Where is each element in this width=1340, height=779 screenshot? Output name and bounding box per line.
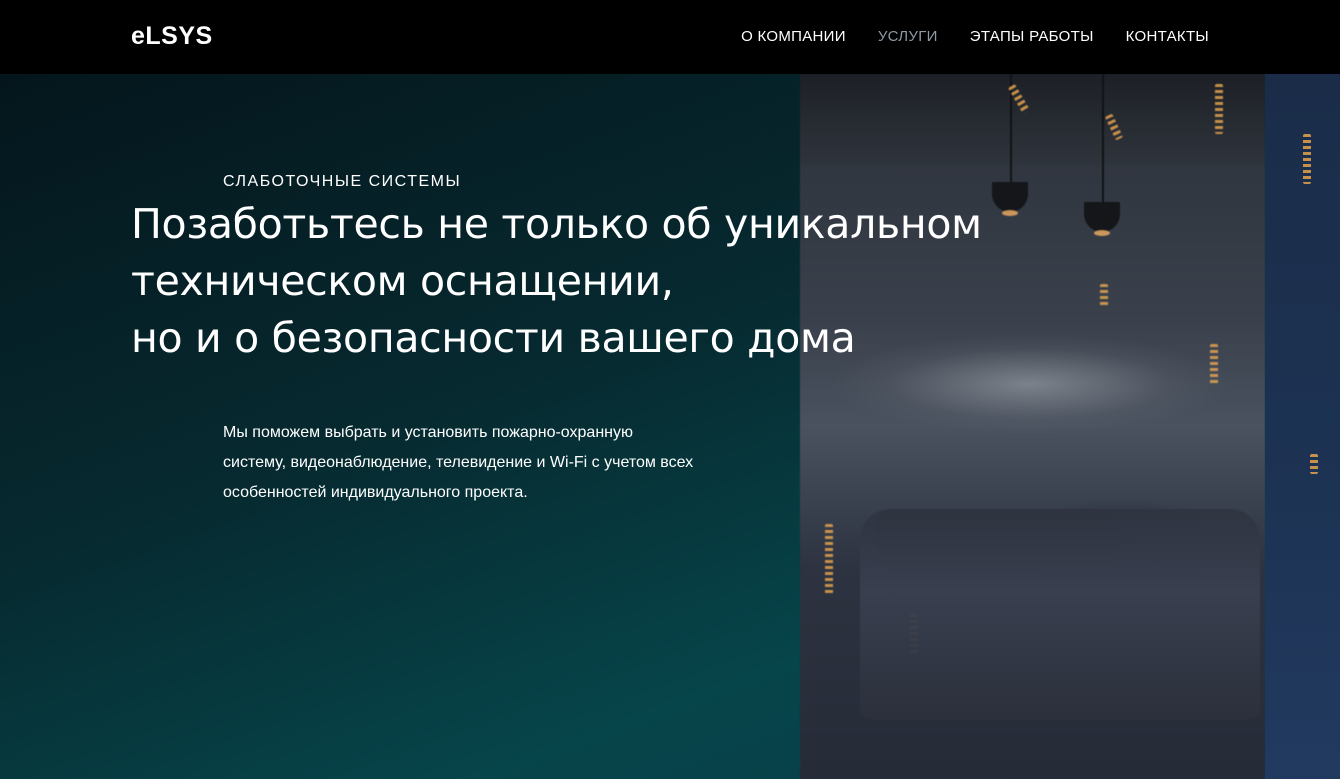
main-nav: О КОМПАНИИ УСЛУГИ ЭТАПЫ РАБОТЫ КОНТАКТЫ <box>741 28 1209 45</box>
nav-item-services[interactable]: УСЛУГИ <box>878 28 938 45</box>
description-line: особенностей индивидуального проекта. <box>223 484 528 501</box>
hero-description: Мы поможем выбрать и установить пожарно-… <box>223 418 763 508</box>
hero-eyebrow: СЛАБОТОЧНЫЕ СИСТЕМЫ <box>223 173 462 190</box>
headline-line: техническом оснащении, <box>131 257 674 305</box>
ceiling-decor <box>800 74 1265 164</box>
headline-line: Позаботьтесь не только об уникальном <box>131 200 982 248</box>
light-glint <box>1100 284 1108 306</box>
light-glint <box>1215 84 1223 134</box>
pendant-lamp <box>1084 202 1120 236</box>
light-glint <box>825 524 833 594</box>
logo[interactable]: eLSYS <box>131 22 213 51</box>
light-glint <box>1303 134 1311 184</box>
site-header: eLSYS О КОМПАНИИ УСЛУГИ ЭТАПЫ РАБОТЫ КОН… <box>0 0 1340 74</box>
description-line: систему, видеонаблюдение, телевидение и … <box>223 454 694 471</box>
sofa <box>860 509 1260 719</box>
nav-item-contacts[interactable]: КОНТАКТЫ <box>1126 28 1209 45</box>
light-glint <box>1210 344 1218 384</box>
light-glint <box>1310 454 1318 474</box>
hero-headline: Позаботьтесь не только об уникальном тех… <box>131 196 1031 367</box>
side-strip-decor <box>1265 74 1340 779</box>
headline-line: но и о безопасности вашего дома <box>131 314 856 362</box>
nav-item-about[interactable]: О КОМПАНИИ <box>741 28 846 45</box>
description-line: Мы поможем выбрать и установить пожарно-… <box>223 424 633 441</box>
hero-room-image <box>800 74 1265 779</box>
lamp-cord <box>1102 74 1104 204</box>
nav-item-work-stages[interactable]: ЭТАПЫ РАБОТЫ <box>970 28 1094 45</box>
page: eLSYS О КОМПАНИИ УСЛУГИ ЭТАПЫ РАБОТЫ КОН… <box>0 0 1340 779</box>
